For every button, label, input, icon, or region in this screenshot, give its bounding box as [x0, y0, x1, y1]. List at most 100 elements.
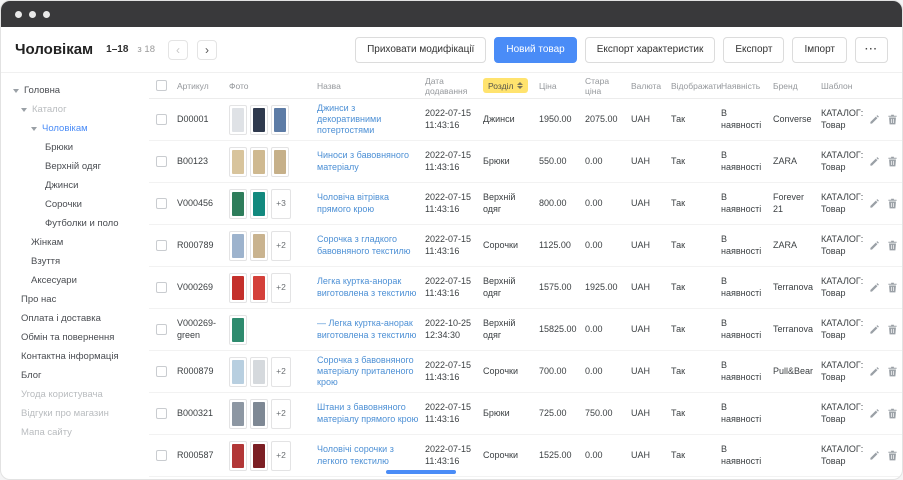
column-header-tpl[interactable]: Шаблон [821, 81, 869, 91]
sidebar-item[interactable]: Головна [1, 81, 149, 100]
row-checkbox[interactable] [156, 240, 167, 251]
row-checkbox[interactable] [156, 282, 167, 293]
delete-icon[interactable] [887, 114, 898, 125]
column-header-brand[interactable]: Бренд [773, 81, 821, 91]
delete-icon[interactable] [887, 366, 898, 377]
more-photos-badge[interactable]: +3 [271, 189, 291, 219]
row-checkbox[interactable] [156, 450, 167, 461]
column-header-photo[interactable]: Фото [229, 81, 317, 91]
sidebar-item[interactable]: Футболки и поло [1, 214, 149, 233]
row-checkbox[interactable] [156, 156, 167, 167]
row-checkbox[interactable] [156, 324, 167, 335]
sidebar-item[interactable]: Оплата і доставка [1, 309, 149, 328]
column-header-cur[interactable]: Валюта [631, 81, 671, 91]
product-photo-thumbnail[interactable] [229, 189, 247, 219]
delete-icon[interactable] [887, 282, 898, 293]
sidebar-item[interactable]: Взуття [1, 252, 149, 271]
sidebar-item[interactable]: Про нас [1, 290, 149, 309]
export-attributes-button[interactable]: Експорт характеристик [585, 37, 716, 63]
more-photos-badge[interactable]: +2 [271, 273, 291, 303]
hide-modifications-button[interactable]: Приховати модифікації [355, 37, 486, 63]
sidebar-item[interactable]: Джинси [1, 176, 149, 195]
product-photo-thumbnail[interactable] [229, 273, 247, 303]
more-actions-button[interactable]: ··· [855, 37, 888, 63]
product-name-link[interactable]: Джинси з декоративними потертостями [317, 103, 381, 136]
product-photo-thumbnail[interactable] [250, 147, 268, 177]
import-button[interactable]: Імпорт [792, 37, 847, 63]
edit-icon[interactable] [869, 450, 880, 461]
product-name-link[interactable]: Сорочка з бавовняного матеріалу притален… [317, 355, 414, 388]
sidebar-item[interactable]: Блог [1, 366, 149, 385]
delete-icon[interactable] [887, 324, 898, 335]
product-name-link[interactable]: Сорочка з гладкого бавовняного текстилю [317, 234, 411, 255]
more-photos-badge[interactable]: +2 [271, 399, 291, 429]
product-name-link[interactable]: Чоловічі сорочки з легкого текстилю [317, 444, 394, 465]
sidebar-item[interactable]: Аксесуари [1, 271, 149, 290]
delete-icon[interactable] [887, 198, 898, 209]
sidebar-item[interactable]: Брюки [1, 138, 149, 157]
column-header-date[interactable]: Дата додавання [425, 76, 483, 96]
product-photo-thumbnail[interactable] [250, 357, 268, 387]
product-name-link[interactable]: Чиноси з бавовняного матеріалу [317, 150, 409, 171]
product-photo-thumbnail[interactable] [229, 441, 247, 471]
sidebar-item[interactable]: Відгуки про магазин [1, 404, 149, 423]
window-dot-3[interactable] [43, 11, 50, 18]
pagination-prev-button[interactable]: ‹ [168, 40, 188, 60]
row-checkbox[interactable] [156, 366, 167, 377]
edit-icon[interactable] [869, 324, 880, 335]
product-photo-thumbnail[interactable] [250, 189, 268, 219]
horizontal-scrollbar-thumb[interactable] [386, 470, 456, 474]
column-header-stock[interactable]: Наявність [721, 81, 773, 91]
sorted-column-pill[interactable]: Розділ [483, 78, 528, 93]
window-dot-2[interactable] [29, 11, 36, 18]
sidebar-item[interactable]: Мапа сайту [1, 423, 149, 442]
sidebar-item[interactable]: Сорочки [1, 195, 149, 214]
product-photo-thumbnail[interactable] [229, 399, 247, 429]
product-photo-thumbnail[interactable] [271, 105, 289, 135]
column-header-old[interactable]: Стара ціна [585, 76, 631, 96]
sidebar-item[interactable]: Жінкам [1, 233, 149, 252]
sidebar-item[interactable]: Обмін та повернення [1, 328, 149, 347]
column-header-price[interactable]: Ціна [539, 81, 585, 91]
product-photo-thumbnail[interactable] [229, 231, 247, 261]
pagination-next-button[interactable]: › [197, 40, 217, 60]
product-name-link[interactable]: Штани з бавовняного матеріалу прямого кр… [317, 402, 418, 423]
column-header-category[interactable]: Розділ [483, 78, 539, 93]
sidebar-item[interactable]: Угода користувача [1, 385, 149, 404]
edit-icon[interactable] [869, 156, 880, 167]
product-photo-thumbnail[interactable] [250, 105, 268, 135]
delete-icon[interactable] [887, 450, 898, 461]
edit-icon[interactable] [869, 114, 880, 125]
row-checkbox[interactable] [156, 408, 167, 419]
product-photo-thumbnail[interactable] [229, 315, 247, 345]
more-photos-badge[interactable]: +2 [271, 357, 291, 387]
delete-icon[interactable] [887, 408, 898, 419]
select-all-checkbox[interactable] [156, 80, 167, 91]
product-photo-thumbnail[interactable] [250, 231, 268, 261]
edit-icon[interactable] [869, 240, 880, 251]
sidebar-item[interactable]: Контактна інформація [1, 347, 149, 366]
row-checkbox[interactable] [156, 114, 167, 125]
sidebar-item[interactable]: Каталог [1, 100, 149, 119]
column-header-name[interactable]: Назва [317, 81, 425, 91]
edit-icon[interactable] [869, 282, 880, 293]
more-photos-badge[interactable]: +2 [271, 441, 291, 471]
product-photo-thumbnail[interactable] [250, 273, 268, 303]
product-photo-thumbnail[interactable] [229, 105, 247, 135]
window-dot-1[interactable] [15, 11, 22, 18]
product-photo-thumbnail[interactable] [271, 147, 289, 177]
product-photo-thumbnail[interactable] [250, 441, 268, 471]
sidebar-item[interactable]: Верхній одяг [1, 157, 149, 176]
edit-icon[interactable] [869, 198, 880, 209]
product-name-link[interactable]: Чоловіча вітрівка прямого крою [317, 192, 389, 213]
edit-icon[interactable] [869, 366, 880, 377]
export-button[interactable]: Експорт [723, 37, 784, 63]
product-name-link[interactable]: Легка куртка-анорак виготовлена з тексти… [317, 276, 416, 297]
sidebar-item[interactable]: Чоловікам [1, 119, 149, 138]
product-photo-thumbnail[interactable] [250, 399, 268, 429]
row-checkbox[interactable] [156, 198, 167, 209]
column-header-sku[interactable]: Артикул [177, 81, 229, 91]
new-product-button[interactable]: Новий товар [494, 37, 576, 63]
edit-icon[interactable] [869, 408, 880, 419]
delete-icon[interactable] [887, 240, 898, 251]
